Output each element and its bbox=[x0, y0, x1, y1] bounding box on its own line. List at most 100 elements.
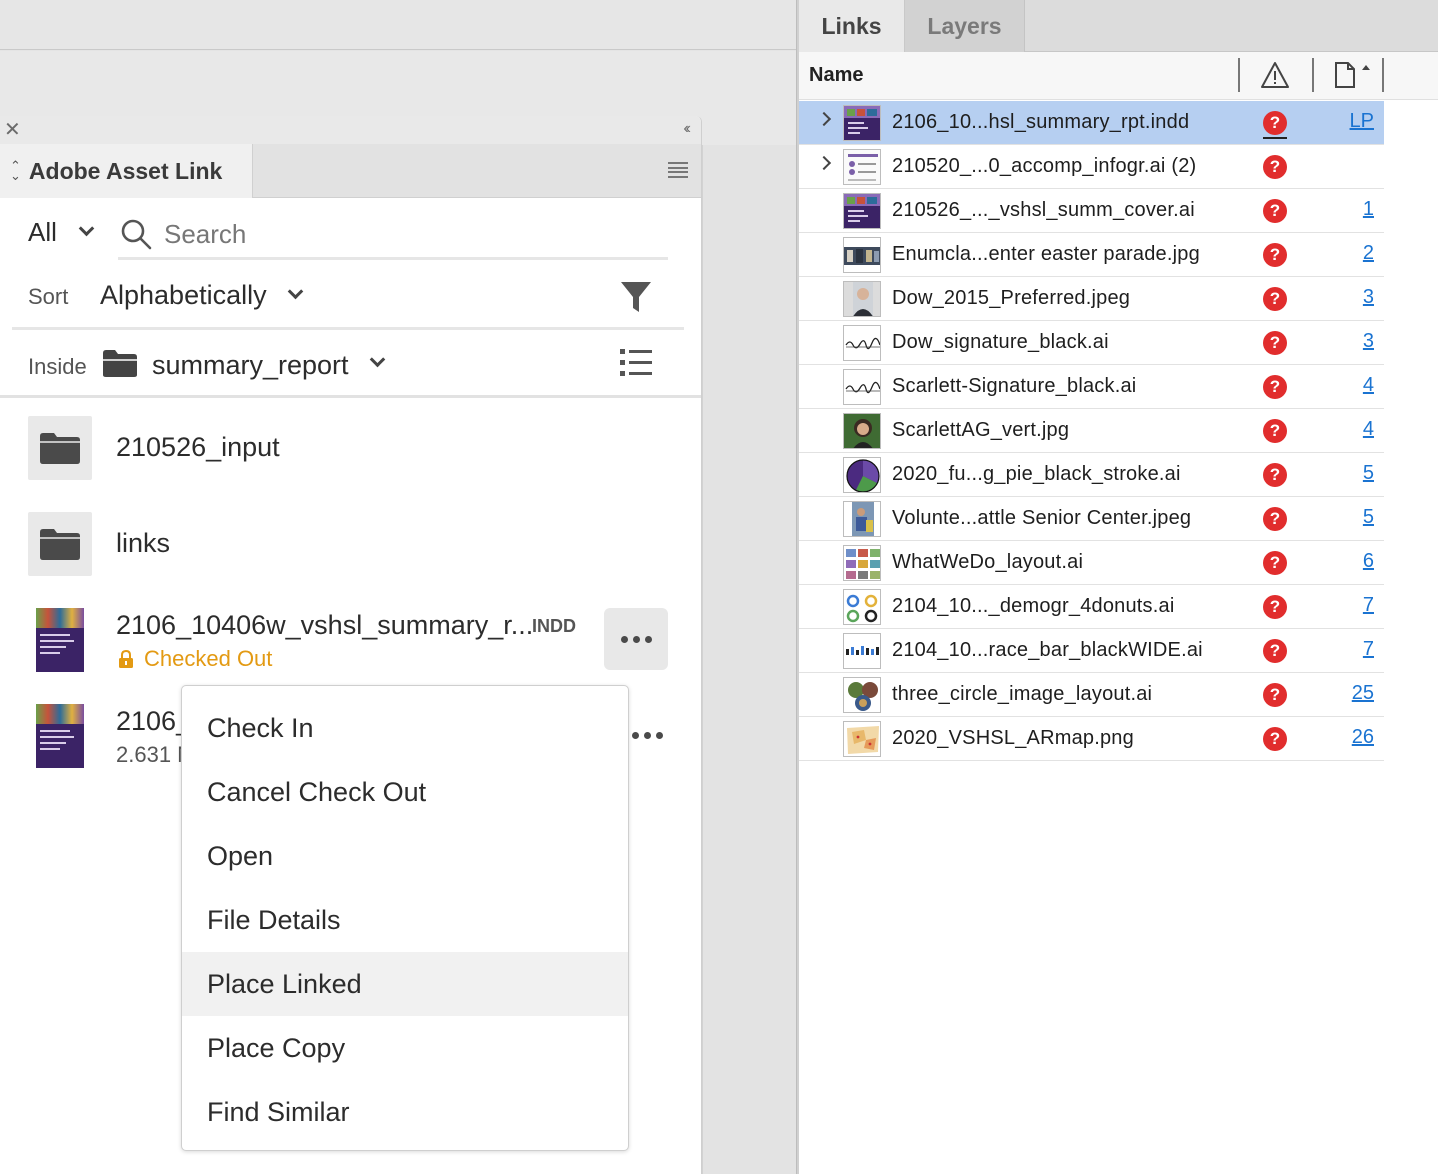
link-row[interactable]: 2020_fu...g_pie_black_stroke.ai? 5 bbox=[799, 453, 1384, 497]
tab-links[interactable]: Links bbox=[799, 0, 905, 52]
page-link[interactable]: 25 bbox=[1352, 682, 1374, 705]
page-link[interactable]: 3 bbox=[1363, 286, 1374, 309]
sort-dropdown[interactable]: Alphabetically bbox=[100, 280, 267, 311]
divider bbox=[0, 395, 701, 398]
missing-link-icon[interactable]: ? bbox=[1263, 639, 1287, 663]
page-link[interactable]: 3 bbox=[1363, 330, 1374, 353]
link-thumbnail bbox=[843, 369, 881, 405]
collapse-panel-icon[interactable]: ‹‹ bbox=[683, 120, 690, 138]
menu-item-place-linked[interactable]: Place Linked bbox=[182, 952, 628, 1016]
menu-item-check-in[interactable]: Check In bbox=[182, 696, 628, 760]
page-link[interactable]: 26 bbox=[1352, 726, 1374, 749]
page-link[interactable]: 4 bbox=[1363, 374, 1374, 397]
missing-link-icon[interactable]: ? bbox=[1263, 331, 1287, 355]
tab-adobe-asset-link[interactable]: ⌃ ⌄ Adobe Asset Link bbox=[0, 144, 253, 198]
updown-arrows-icon: ⌃ ⌄ bbox=[10, 158, 21, 183]
name-column-header[interactable]: Name bbox=[809, 64, 863, 87]
missing-link-icon[interactable]: ? bbox=[1263, 507, 1287, 531]
page-link[interactable]: 1 bbox=[1363, 198, 1374, 221]
folder-name: links bbox=[116, 528, 171, 558]
link-row[interactable]: Enumcla...enter easter parade.jpg? 2 bbox=[799, 233, 1384, 277]
link-thumbnail bbox=[843, 501, 881, 537]
page-link[interactable]: LP bbox=[1350, 110, 1374, 133]
page-link[interactable]: 4 bbox=[1363, 418, 1374, 441]
search-field[interactable] bbox=[118, 208, 668, 260]
column-separator[interactable] bbox=[1382, 58, 1384, 92]
filter-value: All bbox=[28, 216, 57, 247]
link-row[interactable]: 210520_...0_accomp_infogr.ai (2)? bbox=[799, 145, 1384, 189]
missing-link-icon[interactable]: ? bbox=[1263, 419, 1287, 443]
missing-link-icon[interactable]: ? bbox=[1263, 287, 1287, 311]
page-link[interactable]: 5 bbox=[1363, 506, 1374, 529]
link-name: Scarlett-Signature_black.ai bbox=[892, 375, 1137, 397]
page-link[interactable]: 6 bbox=[1363, 550, 1374, 573]
page-link[interactable]: 7 bbox=[1363, 638, 1374, 661]
chevron-down-icon[interactable] bbox=[287, 283, 304, 300]
chevron-down-icon[interactable] bbox=[369, 351, 386, 368]
menu-item-find-similar[interactable]: Find Similar bbox=[182, 1080, 628, 1144]
chevron-right-icon[interactable] bbox=[816, 155, 832, 171]
file-item[interactable]: 2106_10406w_vshsl_summary_r... INDD Chec… bbox=[28, 608, 668, 672]
folder-icon bbox=[40, 433, 80, 464]
menu-item-cancel-check-out[interactable]: Cancel Check Out bbox=[182, 760, 628, 824]
link-row[interactable]: Dow_2015_Preferred.jpeg? 3 bbox=[799, 277, 1384, 321]
missing-link-icon[interactable]: ? bbox=[1263, 155, 1287, 179]
missing-link-icon[interactable]: ? bbox=[1263, 551, 1287, 575]
chevron-right-icon[interactable] bbox=[816, 111, 832, 127]
menu-item-place-copy[interactable]: Place Copy bbox=[182, 1016, 628, 1080]
panel-menu-icon[interactable] bbox=[668, 162, 688, 178]
folder-item[interactable]: links bbox=[28, 512, 668, 576]
tab-layers[interactable]: Layers bbox=[905, 0, 1025, 52]
link-name: 2104_10...race_bar_blackWIDE.ai bbox=[892, 639, 1203, 661]
warning-column-icon[interactable] bbox=[1260, 61, 1290, 89]
link-row[interactable]: 2020_VSHSL_ARmap.png? 26 bbox=[799, 717, 1384, 761]
status-underline bbox=[1263, 137, 1287, 139]
link-row[interactable]: Scarlett-Signature_black.ai? 4 bbox=[799, 365, 1384, 409]
missing-link-icon[interactable]: ? bbox=[1263, 595, 1287, 619]
file-name: 2106_10406w_vshsl_summary_r... bbox=[116, 610, 534, 640]
link-row[interactable]: 2106_10...hsl_summary_rpt.indd? LP bbox=[799, 101, 1384, 145]
filter-dropdown[interactable]: All bbox=[28, 212, 95, 252]
column-separator[interactable] bbox=[1312, 58, 1314, 92]
link-row[interactable]: 2104_10...race_bar_blackWIDE.ai? 7 bbox=[799, 629, 1384, 673]
application-bar bbox=[0, 0, 798, 50]
location-dropdown[interactable]: summary_report bbox=[152, 350, 349, 381]
missing-link-icon[interactable]: ? bbox=[1263, 727, 1287, 751]
missing-link-icon[interactable]: ? bbox=[1263, 243, 1287, 267]
page-link[interactable]: 7 bbox=[1363, 594, 1374, 617]
link-thumbnail bbox=[843, 325, 881, 361]
list-view-icon[interactable] bbox=[620, 348, 652, 378]
missing-link-icon[interactable]: ? bbox=[1263, 463, 1287, 487]
inside-label: Inside bbox=[28, 354, 87, 379]
missing-link-icon[interactable]: ? bbox=[1263, 683, 1287, 707]
document-thumbnail bbox=[36, 608, 84, 672]
page-link[interactable]: 5 bbox=[1363, 462, 1374, 485]
location-row: Inside summary_report bbox=[28, 344, 668, 388]
link-row[interactable]: Dow_signature_black.ai? 3 bbox=[799, 321, 1384, 365]
folder-item[interactable]: 210526_input bbox=[28, 416, 668, 480]
link-row[interactable]: 2104_10..._demogr_4donuts.ai? 7 bbox=[799, 585, 1384, 629]
link-row[interactable]: three_circle_image_layout.ai? 25 bbox=[799, 673, 1384, 717]
menu-item-file-details[interactable]: File Details bbox=[182, 888, 628, 952]
more-options-icon[interactable] bbox=[632, 732, 663, 739]
page-link[interactable]: 2 bbox=[1363, 242, 1374, 265]
link-row[interactable]: ScarlettAG_vert.jpg? 4 bbox=[799, 409, 1384, 453]
page-column-icon[interactable] bbox=[1333, 61, 1383, 89]
missing-link-icon[interactable]: ? bbox=[1263, 375, 1287, 399]
link-name: WhatWeDo_layout.ai bbox=[892, 551, 1084, 573]
link-thumbnail bbox=[843, 237, 881, 273]
close-icon[interactable]: ✕ bbox=[4, 119, 21, 141]
missing-link-icon[interactable]: ? bbox=[1263, 111, 1287, 135]
menu-item-open[interactable]: Open bbox=[182, 824, 628, 888]
link-row[interactable]: WhatWeDo_layout.ai? 6 bbox=[799, 541, 1384, 585]
column-separator[interactable] bbox=[1238, 58, 1240, 92]
links-column-header: Name bbox=[799, 52, 1438, 100]
missing-link-icon[interactable]: ? bbox=[1263, 199, 1287, 223]
links-list: 2106_10...hsl_summary_rpt.indd? LP 210520_… bbox=[799, 101, 1384, 761]
link-row[interactable]: 210526_..._vshsl_summ_cover.ai? 1 bbox=[799, 189, 1384, 233]
folder-thumbnail bbox=[28, 512, 92, 576]
more-options-button[interactable] bbox=[604, 608, 668, 670]
link-row[interactable]: Volunte...attle Senior Center.jpeg? 5 bbox=[799, 497, 1384, 541]
search-input[interactable] bbox=[164, 214, 644, 254]
filter-funnel-icon[interactable] bbox=[620, 280, 652, 314]
